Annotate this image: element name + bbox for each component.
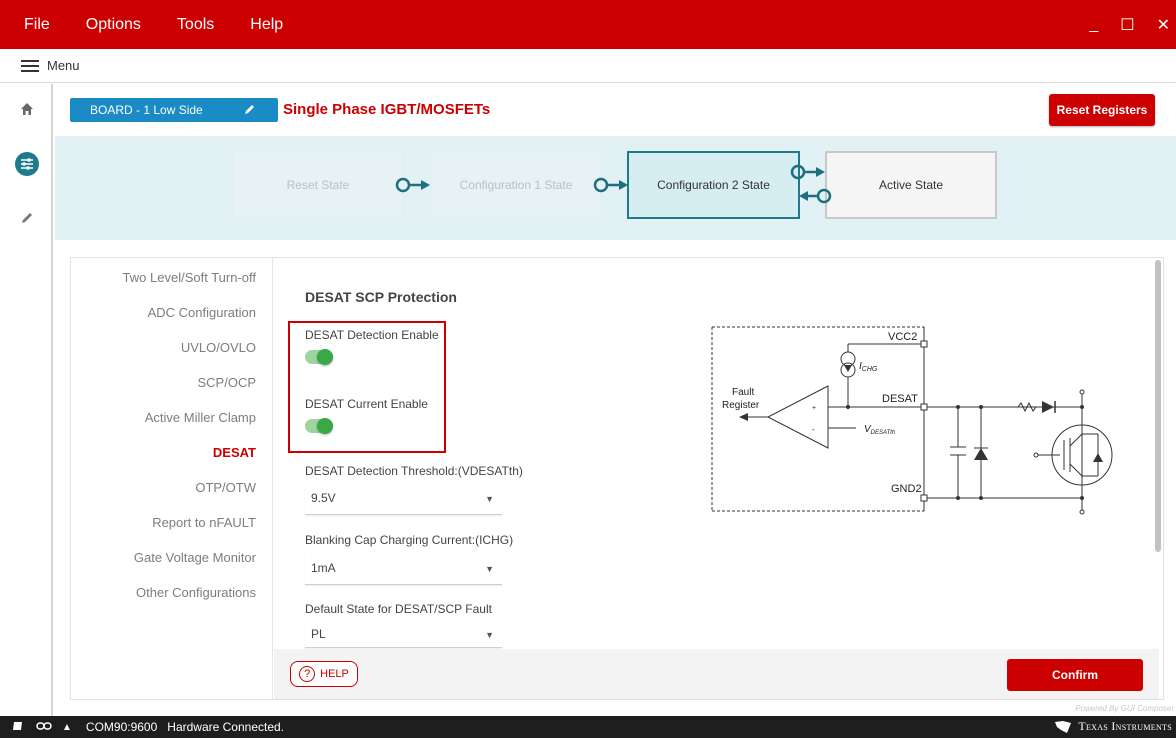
edit-pencil-icon[interactable] — [244, 103, 256, 118]
blanking-cap-select[interactable]: 1mA ▼ — [305, 551, 502, 585]
nav-active-miller-clamp[interactable]: Active Miller Clamp — [145, 410, 256, 425]
nav-scp-ocp[interactable]: SCP/OCP — [197, 375, 256, 390]
ti-brand-label: Texas Instruments — [1078, 719, 1172, 733]
toggle-knob — [317, 349, 333, 365]
menu-bar: File Options Tools Help _ ☐ ✕ — [0, 0, 1176, 49]
nav-report-to-nfault[interactable]: Report to nFAULT — [152, 515, 256, 530]
arrow-config1-to-config2[interactable] — [593, 177, 628, 193]
settings-panel: Two Level/Soft Turn-off ADC Configuratio… — [70, 257, 1164, 700]
nav-gate-voltage-monitor[interactable]: Gate Voltage Monitor — [134, 550, 256, 565]
board-label: BOARD - 1 Low Side — [90, 103, 203, 117]
menu-options[interactable]: Options — [68, 16, 159, 34]
help-button[interactable]: ? HELP — [290, 661, 358, 687]
toggle-knob — [317, 418, 333, 434]
comparator-minus: - — [812, 425, 815, 434]
window-controls: _ ☐ ✕ — [1089, 0, 1176, 49]
confirm-button[interactable]: Confirm — [1007, 659, 1143, 691]
select-value: 9.5V — [311, 490, 336, 505]
app-window: File Options Tools Help _ ☐ ✕ Menu BOARD… — [0, 0, 1176, 738]
fault-label: Fault — [732, 387, 754, 398]
nav-adc-configuration[interactable]: ADC Configuration — [148, 305, 256, 320]
desat-current-enable-label: DESAT Current Enable — [305, 397, 428, 411]
status-bar: ▲ COM90:9600 Hardware Connected. Texas I… — [0, 716, 1176, 738]
home-icon[interactable] — [14, 96, 40, 122]
arrow-reset-to-config1[interactable] — [395, 177, 430, 193]
minimize-button[interactable]: _ — [1089, 16, 1098, 34]
menu-tools[interactable]: Tools — [159, 16, 232, 34]
nav-desat[interactable]: DESAT — [213, 445, 256, 460]
default-state-label: Default State for DESAT/SCP Fault — [305, 602, 492, 616]
comparator-plus: + — [812, 405, 816, 412]
blanking-cap-label: Blanking Cap Charging Current:(ICHG) — [305, 533, 514, 547]
maximize-button[interactable]: ☐ — [1120, 15, 1134, 35]
panel-footer: ? HELP Confirm — [274, 649, 1159, 699]
pencil-icon[interactable] — [14, 205, 40, 231]
state-flow-bar: Reset State Configuration 1 State Config… — [55, 136, 1176, 240]
ti-brand: Texas Instruments — [1054, 719, 1172, 734]
reset-registers-button[interactable]: Reset Registers — [1049, 94, 1155, 126]
select-value: 1mA — [311, 560, 336, 575]
board-selector[interactable]: BOARD - 1 Low Side — [70, 98, 278, 122]
caret-up-icon[interactable]: ▲ — [62, 722, 72, 733]
nav-uvlo-ovlo[interactable]: UVLO/OVLO — [181, 340, 256, 355]
left-rail — [0, 84, 53, 716]
chevron-down-icon: ▼ — [485, 630, 494, 640]
desat-threshold-label: DESAT Detection Threshold:(VDESATth) — [305, 464, 523, 478]
powered-by-label: Powered By GUI Composer — [1075, 704, 1174, 713]
main-content: BOARD - 1 Low Side Single Phase IGBT/MOS… — [55, 84, 1176, 716]
nav-otp-otw[interactable]: OTP/OTW — [195, 480, 256, 495]
desat-detection-enable-toggle[interactable] — [305, 349, 333, 365]
menu-toggle-label[interactable]: Menu — [47, 58, 80, 73]
question-icon: ? — [299, 666, 316, 682]
state-transition-arrows — [395, 164, 832, 204]
gnd2-label: GND2 — [891, 483, 922, 495]
link-icon[interactable] — [36, 720, 52, 734]
desat-pin-label: DESAT — [882, 393, 918, 405]
form-area: DESAT SCP Protection DESAT Detection Ena… — [274, 258, 1159, 648]
settings-sliders-icon[interactable] — [14, 151, 40, 177]
notepad-icon[interactable] — [12, 720, 24, 735]
desat-current-enable-toggle[interactable] — [305, 418, 333, 434]
chevron-down-icon: ▼ — [485, 564, 494, 574]
menu-toggle-row: Menu — [0, 49, 1176, 83]
section-nav: Two Level/Soft Turn-off ADC Configuratio… — [71, 258, 273, 699]
menu-help[interactable]: Help — [232, 16, 301, 34]
arrow-config2-to-active[interactable] — [790, 164, 825, 180]
close-button[interactable]: ✕ — [1157, 15, 1170, 35]
select-value: PL — [311, 626, 326, 641]
ti-logo-icon — [1055, 720, 1072, 733]
nav-other-configurations[interactable]: Other Configurations — [136, 585, 256, 600]
section-title: DESAT SCP Protection — [305, 289, 457, 305]
default-state-select[interactable]: PL ▼ — [305, 620, 502, 648]
chevron-down-icon: ▼ — [485, 494, 494, 504]
vcc2-label: VCC2 — [888, 331, 917, 343]
com-port-label: COM90:9600 — [85, 720, 158, 734]
desat-detection-enable-label: DESAT Detection Enable — [305, 328, 439, 342]
page-subtitle: Single Phase IGBT/MOSFETs — [283, 101, 491, 118]
arrow-active-to-config2[interactable] — [799, 188, 832, 204]
menu-file[interactable]: File — [0, 16, 68, 34]
help-label: HELP — [320, 668, 349, 680]
desat-circuit-diagram: VCC2 ICHG Fault Register DESAT + - VDESA… — [711, 326, 1113, 515]
connection-status: Hardware Connected. — [167, 720, 285, 734]
desat-threshold-select[interactable]: 9.5V ▼ — [305, 481, 502, 515]
ichg-label: ICHG — [859, 361, 878, 373]
register-label: Register — [722, 400, 760, 411]
vertical-scrollbar[interactable] — [1155, 260, 1161, 552]
nav-two-level-soft-turn-off[interactable]: Two Level/Soft Turn-off — [123, 270, 256, 285]
hamburger-icon[interactable] — [21, 59, 39, 72]
vdesatth-label: VDESATth — [864, 424, 896, 436]
